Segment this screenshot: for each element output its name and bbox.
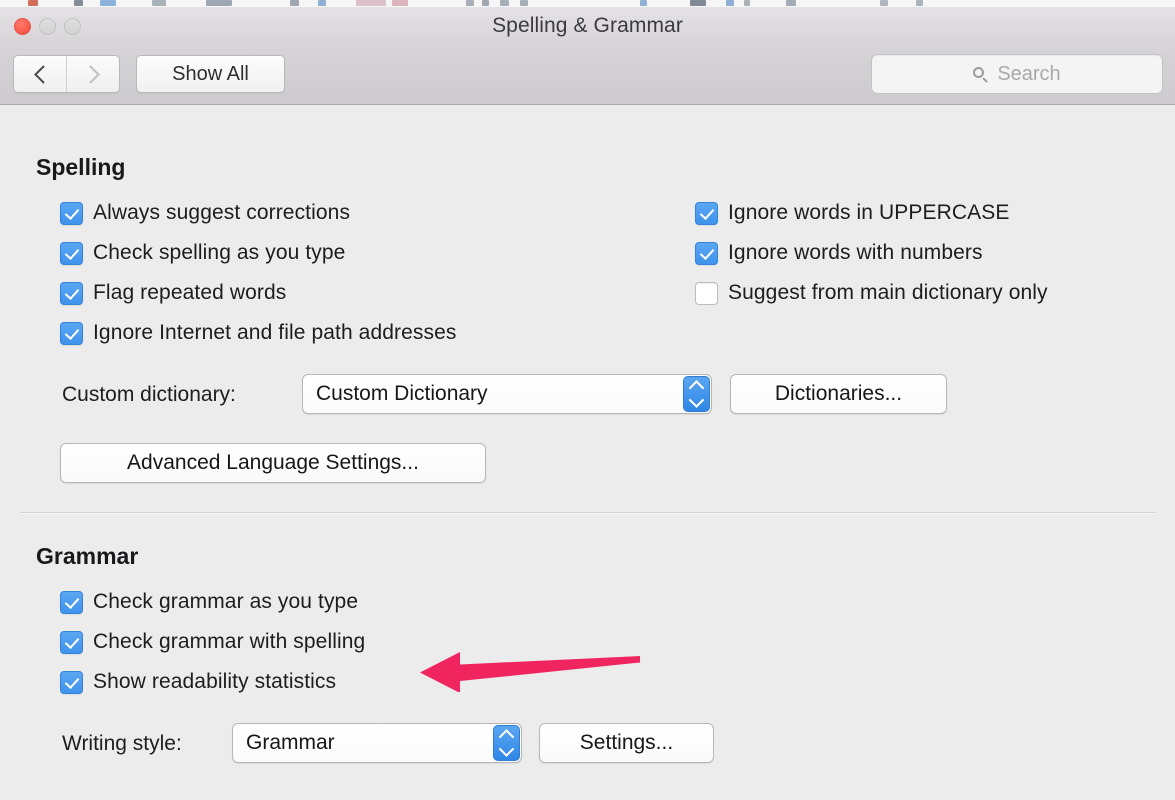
checkbox-ignore-words-in-uppercase[interactable]: Ignore words in UPPERCASE	[695, 201, 1009, 225]
writing-style-value: Grammar	[246, 731, 335, 754]
back-button[interactable]	[14, 56, 66, 92]
checkbox-label: Check spelling as you type	[93, 241, 346, 264]
custom-dictionary-label: Custom dictionary:	[62, 383, 236, 406]
custom-dictionary-value: Custom Dictionary	[316, 382, 488, 405]
checkbox-label: Check grammar with spelling	[93, 630, 366, 653]
checkbox-check-spelling-as-you-type[interactable]: Check spelling as you type	[60, 241, 345, 265]
checkbox-check-grammar-with-spelling[interactable]: Check grammar with spelling	[60, 630, 365, 654]
search-placeholder: Search	[997, 62, 1061, 85]
checkbox-ignore-words-with-numbers[interactable]: Ignore words with numbers	[695, 241, 983, 265]
checkbox-ignore-internet-and-file-path-addresses[interactable]: Ignore Internet and file path addresses	[60, 321, 456, 345]
checkbox-label: Always suggest corrections	[93, 201, 351, 224]
writing-style-label: Writing style:	[62, 732, 182, 755]
grammar-settings-button[interactable]: Settings...	[539, 723, 714, 763]
checkbox-box	[60, 590, 83, 614]
search-field[interactable]: Search	[871, 54, 1163, 94]
checkbox-label: Ignore words in UPPERCASE	[728, 201, 1010, 224]
preferences-window: Spelling & Grammar Show All Search Spell…	[0, 0, 1175, 800]
checkbox-check-grammar-as-you-type[interactable]: Check grammar as you type	[60, 590, 358, 614]
navigation-button-group	[13, 55, 120, 93]
checkbox-flag-repeated-words[interactable]: Flag repeated words	[60, 281, 286, 305]
checkbox-box	[60, 321, 83, 345]
writing-style-popup-button[interactable]: Grammar	[232, 723, 522, 763]
spelling-section-heading: Spelling	[36, 154, 126, 180]
section-divider	[20, 512, 1155, 514]
chevron-up-down-icon	[683, 376, 710, 412]
grammar-section-heading: Grammar	[36, 543, 139, 569]
checkbox-label: Check grammar as you type	[93, 590, 359, 613]
checkbox-box	[60, 241, 83, 265]
show-all-button[interactable]: Show All	[136, 55, 285, 93]
chevron-up-down-icon	[493, 725, 520, 761]
dictionaries-button[interactable]: Dictionaries...	[730, 374, 947, 414]
checkbox-label: Ignore Internet and file path addresses	[93, 321, 457, 344]
checkbox-box	[60, 201, 83, 225]
checkbox-label: Ignore words with numbers	[728, 241, 983, 264]
chevron-right-icon	[80, 64, 100, 84]
checkbox-box	[695, 241, 718, 265]
checkbox-box	[60, 670, 83, 694]
checkbox-always-suggest-corrections[interactable]: Always suggest corrections	[60, 201, 350, 225]
checkbox-box	[60, 630, 83, 654]
checkbox-show-readability-statistics[interactable]: Show readability statistics	[60, 670, 336, 694]
forward-button[interactable]	[66, 56, 119, 92]
checkbox-label: Suggest from main dictionary only	[728, 281, 1048, 304]
checkbox-box	[60, 281, 83, 305]
window-title: Spelling & Grammar	[492, 14, 683, 37]
checkbox-suggest-from-main-dictionary-only[interactable]: Suggest from main dictionary only	[695, 281, 1048, 305]
chevron-left-icon	[33, 64, 53, 84]
advanced-language-settings-button[interactable]: Advanced Language Settings...	[60, 443, 486, 483]
custom-dictionary-popup-button[interactable]: Custom Dictionary	[302, 374, 712, 414]
search-icon	[973, 66, 988, 82]
checkbox-box	[695, 201, 718, 225]
checkbox-label: Show readability statistics	[93, 670, 337, 693]
preferences-content: Spelling Always suggest corrections Chec…	[0, 106, 1175, 800]
checkbox-label: Flag repeated words	[93, 281, 287, 304]
checkbox-box	[695, 281, 718, 305]
title-bar: Spelling & Grammar	[0, 7, 1175, 45]
